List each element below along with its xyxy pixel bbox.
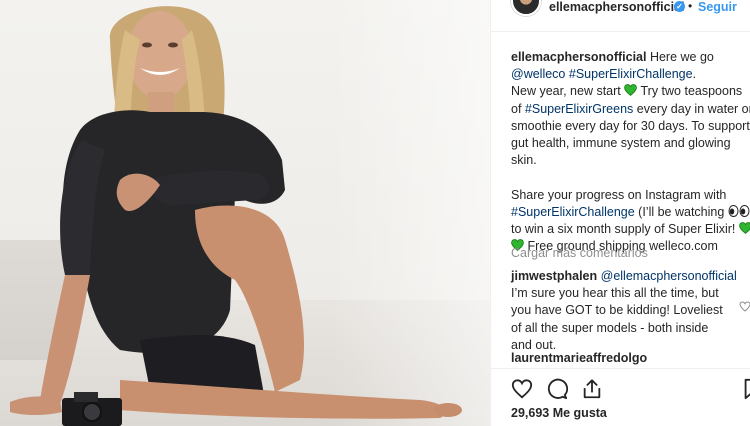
caption-text: New year, new start bbox=[511, 84, 621, 99]
bookmark-icon bbox=[744, 378, 750, 400]
caption-line-1: ellemacphersonofficial Here we go bbox=[511, 49, 750, 66]
caption-line-8: Share your progress on Instagram with bbox=[511, 187, 727, 202]
green-heart-emoji bbox=[624, 84, 638, 97]
save-button[interactable] bbox=[741, 378, 750, 400]
caption-hashtag[interactable]: #SuperElixirGreens bbox=[525, 102, 633, 116]
photo-figure bbox=[10, 6, 462, 426]
green-heart-emoji bbox=[739, 222, 750, 234]
comment-mention[interactable]: @ellemacphersonofficial bbox=[601, 269, 737, 283]
caption-text: (I’ll be watching bbox=[634, 204, 728, 219]
caption-text: of bbox=[511, 101, 525, 116]
caption-hashtag[interactable]: #SuperElixirChallenge bbox=[569, 67, 693, 81]
caption-line-4: of #SuperElixirGreens every day in water… bbox=[511, 101, 750, 118]
caption-hashtag[interactable]: #SuperElixirChallenge bbox=[511, 205, 635, 219]
caption-text: to win a six month supply of Super Elixi… bbox=[511, 222, 736, 237]
caption-text: Here we go bbox=[649, 50, 714, 64]
share-button[interactable] bbox=[581, 378, 603, 400]
caption-line-3: New year, new start Try two teaspoons bbox=[511, 83, 750, 100]
caption-line-10: to win a six month supply of Super Elixi… bbox=[511, 221, 750, 238]
caption-username[interactable]: ellemacphersonofficial bbox=[511, 50, 646, 64]
header-separator: • bbox=[688, 0, 693, 13]
comment-username[interactable]: jimwestphalen bbox=[511, 269, 597, 283]
follow-button[interactable]: Seguir bbox=[698, 0, 737, 14]
likes-count[interactable]: 29,693 Me gusta bbox=[511, 406, 607, 420]
caption-line-9: #SuperElixirChallenge (I’ll be watching … bbox=[511, 204, 750, 221]
share-icon bbox=[583, 379, 601, 399]
comment-line-1: jimwestphalen @ellemacphersonofficial bbox=[511, 268, 746, 285]
caption-line-5: smoothie every day for 30 days. To suppo… bbox=[511, 118, 750, 133]
comment-icon bbox=[547, 378, 569, 400]
comment-button[interactable] bbox=[546, 378, 569, 400]
comment-line-3: you have GOT to be kidding! Loveliest bbox=[511, 303, 723, 318]
comment-like-heart-icon[interactable] bbox=[739, 301, 750, 312]
verified-badge-icon: ✓ bbox=[674, 1, 685, 12]
caption-mention[interactable]: @welleco bbox=[511, 67, 565, 81]
avatar[interactable] bbox=[511, 0, 541, 16]
header-username[interactable]: ellemacphersonofficial bbox=[549, 0, 684, 14]
caption-text: Try two teaspoons bbox=[637, 84, 743, 99]
caption-text: every day in water or a bbox=[636, 101, 750, 116]
post-sidebar: ellemacphersonofficial ✓ • Seguir ellema… bbox=[490, 0, 750, 426]
caption-line-6: gut health, immune system and glowing bbox=[511, 136, 731, 151]
eyes-emoji bbox=[728, 204, 750, 217]
caption-blank bbox=[511, 169, 750, 186]
like-button[interactable] bbox=[511, 378, 533, 400]
comment-line-4: of all the super models - both inside bbox=[511, 320, 709, 335]
header-divider bbox=[491, 31, 750, 32]
load-more-comments-link[interactable]: Cargar más comentarios bbox=[511, 246, 648, 260]
caption-line-2: @welleco #SuperElixirChallenge. bbox=[511, 66, 750, 83]
caption-line-7: skin. bbox=[511, 153, 537, 168]
actions-divider bbox=[491, 368, 750, 369]
heart-icon bbox=[511, 379, 533, 399]
caption-text: . bbox=[692, 67, 697, 82]
post-header: ellemacphersonofficial ✓ • Seguir bbox=[491, 0, 750, 16]
comment-line-2: I’m sure you hear this all the time, but bbox=[511, 286, 719, 301]
post-caption: ellemacphersonofficial Here we go @welle… bbox=[511, 49, 750, 255]
comment-username[interactable]: laurentmarieaffredolgo bbox=[511, 351, 647, 365]
comment: jimwestphalen @ellemacphersonofficial I’… bbox=[511, 268, 746, 354]
post-photo[interactable] bbox=[0, 0, 490, 426]
comment: laurentmarieaffredolgo bbox=[511, 351, 647, 365]
